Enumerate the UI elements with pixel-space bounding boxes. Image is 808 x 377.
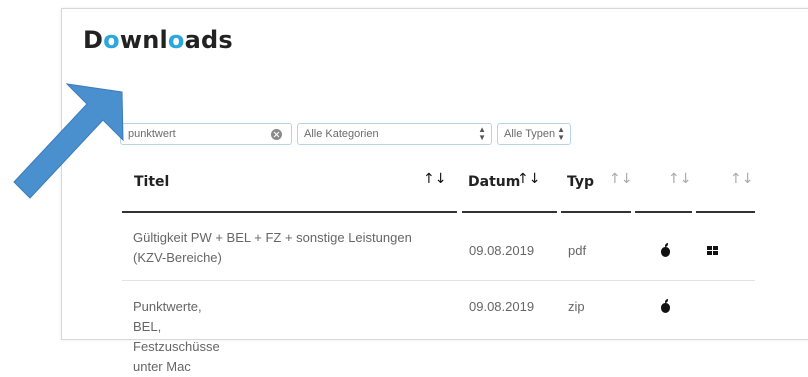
sort-icon[interactable]: ↑↓	[730, 171, 753, 187]
apple-icon[interactable]	[661, 243, 670, 257]
windows-icon[interactable]	[707, 246, 718, 256]
select-caret-icon: ▲ ▼	[557, 125, 565, 142]
header-divider	[696, 211, 755, 213]
select-caret-icon: ▲ ▼	[478, 125, 486, 142]
row-date: 09.08.2019	[469, 243, 535, 258]
pointer-arrow-icon	[13, 83, 124, 199]
category-select-value: Alle Kategorien	[304, 128, 379, 140]
row-title[interactable]: Punktwerte, BEL, Festzuschüsse unter Mac	[133, 297, 220, 377]
category-select[interactable]: Alle Kategorien ▲ ▼	[297, 123, 492, 145]
column-header-type[interactable]: Typ	[567, 174, 594, 190]
sort-icon[interactable]: ↑↓	[668, 171, 691, 187]
search-input[interactable]: punktwert	[120, 123, 292, 145]
column-header-date[interactable]: Datum	[468, 174, 520, 190]
sort-icon[interactable]: ↑↓	[423, 171, 446, 187]
type-select[interactable]: Alle Typen ▲ ▼	[497, 123, 571, 145]
row-type: zip	[568, 299, 585, 314]
header-divider	[635, 211, 692, 213]
row-divider	[122, 280, 755, 281]
header-divider	[561, 211, 631, 213]
clear-icon[interactable]	[271, 129, 282, 140]
sort-icon[interactable]: ↑↓	[609, 171, 632, 187]
header-divider	[122, 211, 457, 213]
apple-icon[interactable]	[661, 299, 670, 313]
type-select-value: Alle Typen	[504, 128, 556, 140]
row-title-line: (KZV-Bereiche)	[133, 250, 222, 265]
row-type: pdf	[568, 243, 587, 258]
sort-icon[interactable]: ↑↓	[517, 171, 540, 187]
row-date: 09.08.2019	[469, 299, 535, 314]
row-title[interactable]: Gültigkeit PW + BEL + FZ + sonstige Leis…	[133, 228, 453, 268]
header-divider	[462, 211, 557, 213]
row-title-line: Gültigkeit PW + BEL + FZ + sonstige Leis…	[133, 230, 412, 245]
